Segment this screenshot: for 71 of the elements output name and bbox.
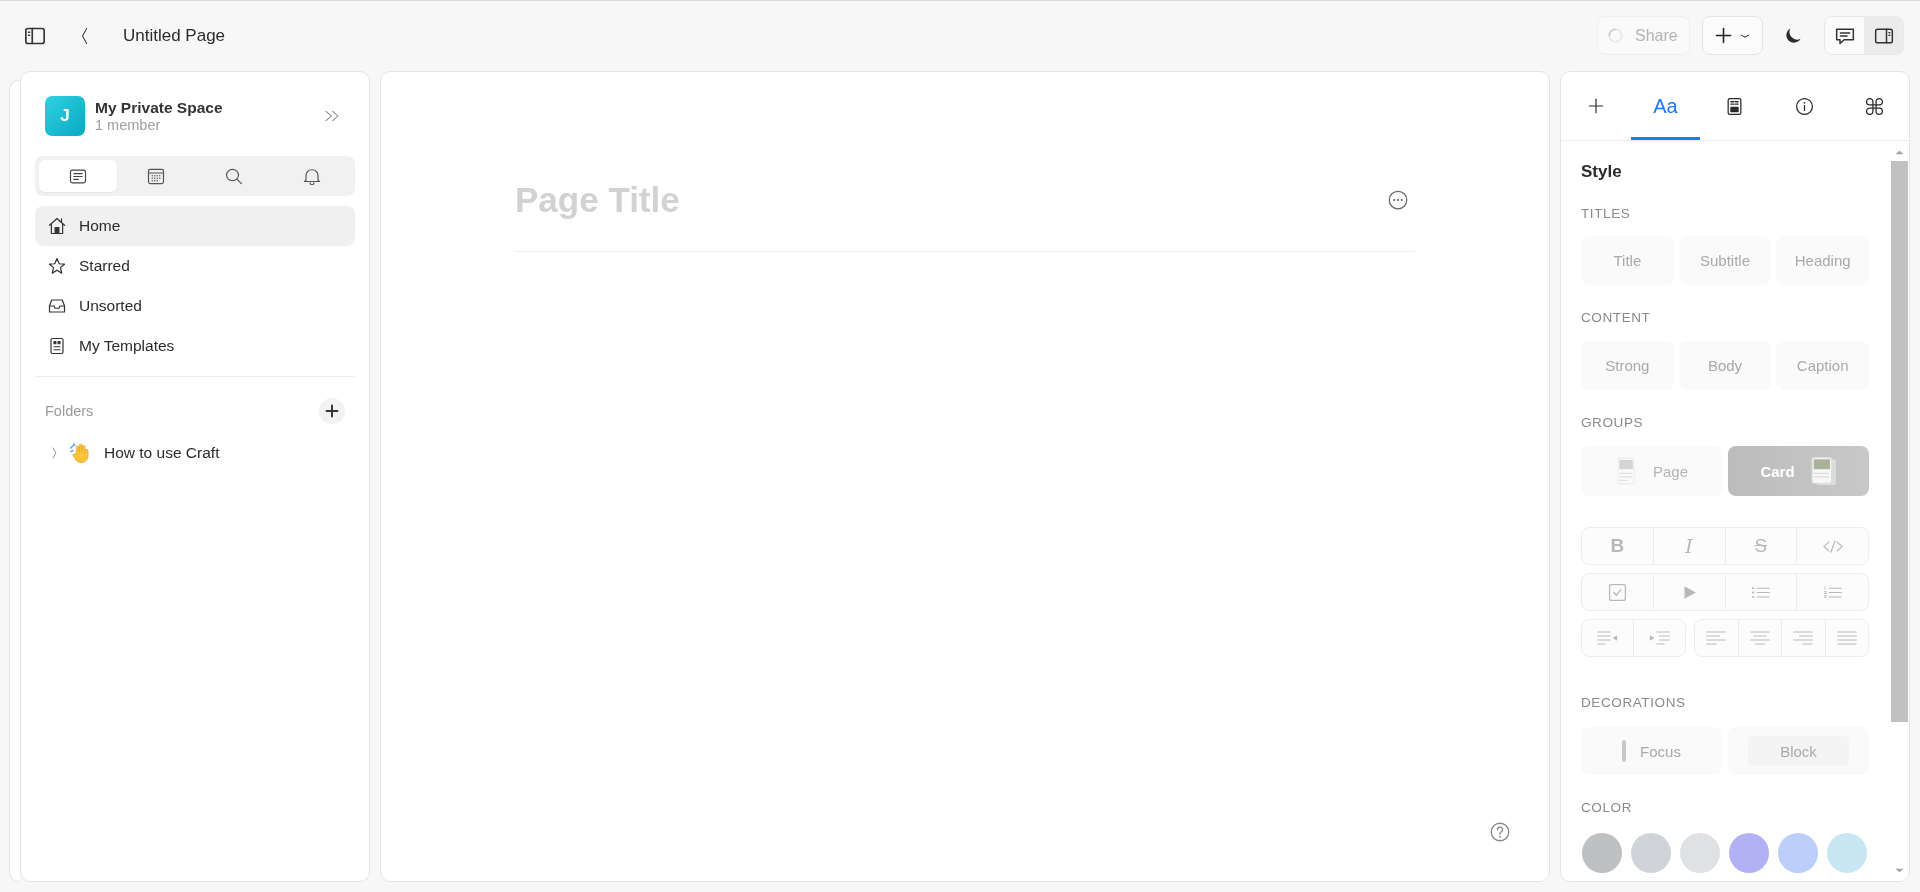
star-icon	[48, 257, 66, 275]
inspector-tab[interactable]: Aa	[1630, 72, 1701, 140]
code-icon	[1822, 538, 1843, 554]
indent-icon	[1649, 630, 1670, 646]
more-icon	[1388, 190, 1408, 210]
group-style-button[interactable]: Card	[1728, 446, 1869, 496]
caret-icon	[1740, 32, 1750, 39]
calendar-icon	[147, 167, 165, 185]
add-folder-button[interactable]	[319, 398, 345, 424]
color-swatch-icon[interactable]	[1582, 833, 1622, 873]
checkbox-icon	[1607, 582, 1627, 602]
back-icon	[80, 26, 90, 45]
comment-icon	[1834, 26, 1855, 45]
page-title: Untitled Page	[123, 25, 226, 46]
card-icon	[1810, 457, 1837, 485]
add-button[interactable]	[1702, 16, 1763, 55]
scroll-down-arrow-icon	[1895, 868, 1904, 873]
pane-toggle-button[interactable]	[1864, 17, 1903, 54]
waving-hand-icon	[69, 442, 91, 464]
info-icon	[1795, 96, 1815, 116]
focus-bar-icon	[1622, 740, 1627, 762]
document-icon	[69, 167, 87, 185]
more-button[interactable]	[1388, 190, 1408, 210]
scrollbar-thumb[interactable]	[1891, 161, 1908, 722]
folder-item[interactable]: How to use Craft	[104, 444, 220, 462]
moon-icon	[1784, 26, 1802, 45]
space-name: My Private Space	[95, 98, 223, 117]
align-center-icon	[1749, 630, 1770, 646]
color-swatch-icon[interactable]	[1729, 833, 1769, 873]
plus-icon	[1587, 98, 1604, 114]
sidebar-tab[interactable]	[39, 160, 117, 192]
help-icon	[1490, 822, 1510, 842]
section-heading: CONTENT	[1581, 310, 1652, 326]
command-icon	[1864, 96, 1884, 116]
scroll-up-arrow-icon	[1895, 150, 1904, 155]
bulleted-list-icon	[1750, 584, 1771, 600]
color-swatch-icon[interactable]	[1680, 833, 1720, 873]
color-swatch-icon[interactable]	[1778, 833, 1818, 873]
plus-icon	[319, 398, 345, 424]
sidebar-icon	[24, 25, 46, 46]
nav-item[interactable]: My Templates	[35, 326, 355, 366]
plus-icon	[1715, 27, 1732, 44]
group-style-button[interactable]: Page	[1581, 446, 1722, 496]
section-heading: GROUPS	[1581, 415, 1645, 431]
double-chevron-icon	[324, 109, 340, 123]
section-heading: COLOR	[1581, 800, 1633, 816]
panel-icon	[1873, 26, 1894, 45]
color-swatch-icon[interactable]	[1631, 833, 1671, 873]
nav-item[interactable]: Home	[35, 206, 355, 246]
align-left-icon	[1706, 630, 1727, 646]
section-heading: DECORATIONS	[1581, 695, 1687, 711]
align-right-icon	[1793, 630, 1814, 646]
spinner-icon	[1608, 28, 1623, 43]
help-button[interactable]	[1490, 822, 1510, 842]
page-icon	[1614, 457, 1637, 485]
template-icon	[48, 337, 66, 355]
inbox-icon	[48, 297, 66, 315]
search-icon	[225, 167, 243, 185]
justify-icon	[1836, 630, 1857, 646]
color-swatch-icon[interactable]	[1827, 833, 1867, 873]
member-count: 1 member	[95, 116, 162, 134]
folders-heading: Folders	[45, 403, 94, 419]
nav-item[interactable]: Starred	[35, 246, 355, 286]
nav-item[interactable]: Unsorted	[35, 286, 355, 326]
outdent-icon	[1597, 630, 1618, 646]
style-heading: Style	[1581, 161, 1623, 183]
bell-icon	[303, 167, 321, 185]
home-icon	[48, 217, 66, 235]
numbered-list-icon	[1822, 584, 1843, 600]
section-heading: TITLES	[1581, 206, 1632, 222]
space-avatar: J	[45, 96, 85, 136]
